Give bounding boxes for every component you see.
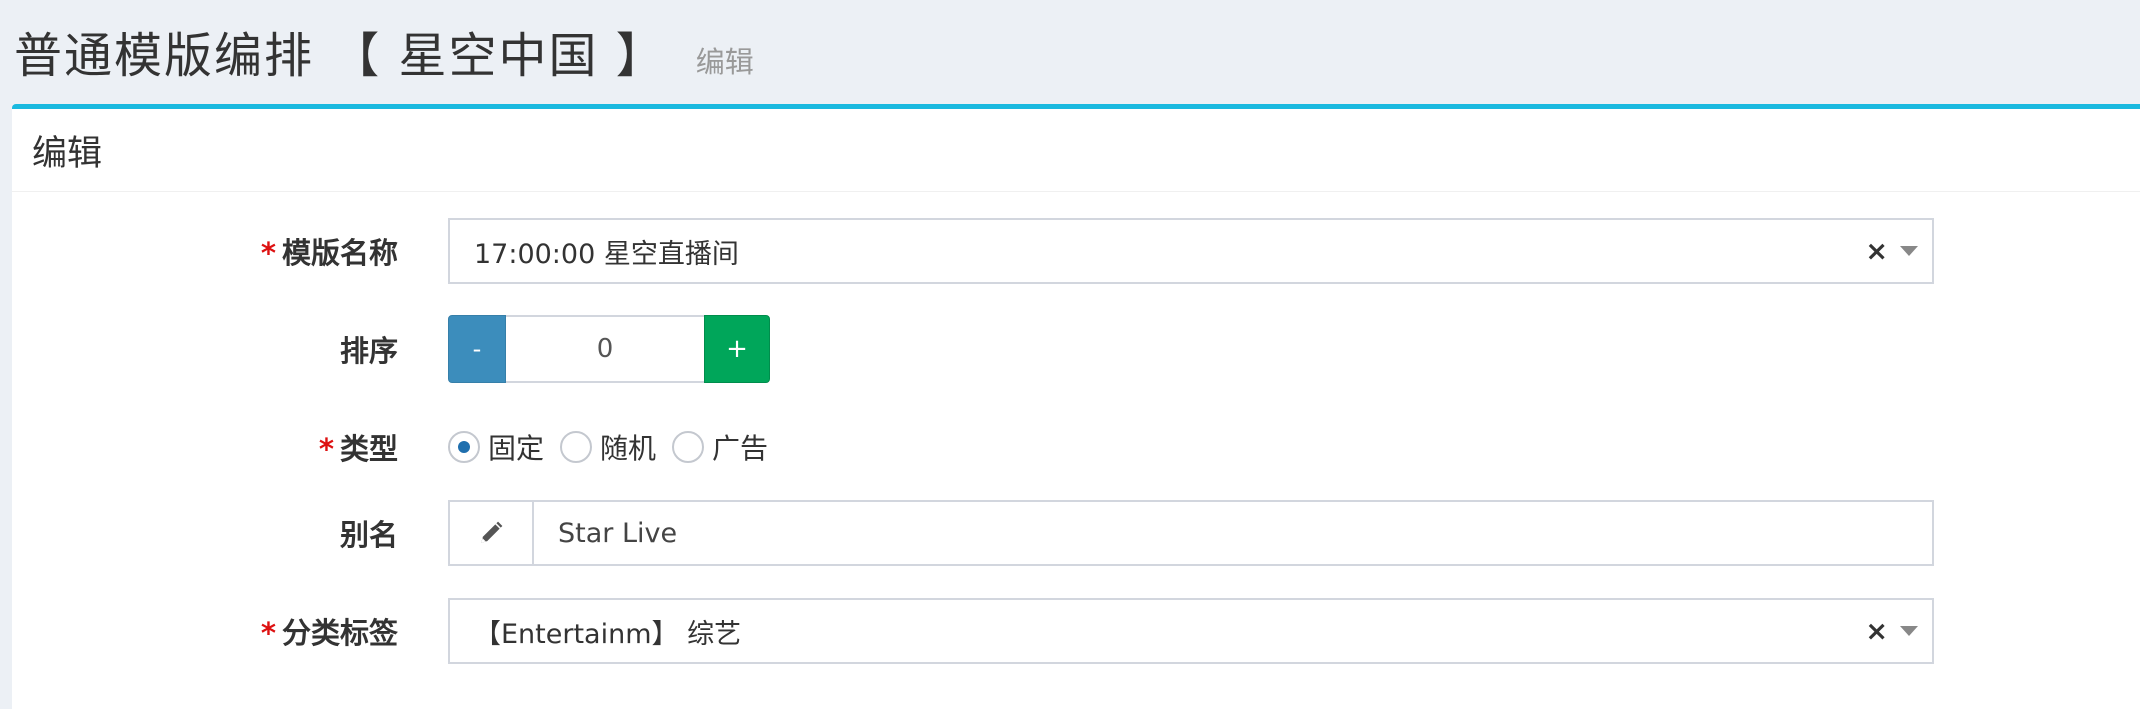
chevron-down-icon[interactable] — [1900, 626, 1918, 636]
increment-button[interactable]: + — [704, 315, 770, 383]
decrement-button[interactable]: - — [448, 315, 506, 383]
template-name-value: 17:00:00 星空直播间 — [474, 238, 739, 270]
chevron-down-icon[interactable] — [1900, 246, 1918, 256]
radio-button[interactable] — [560, 431, 593, 463]
radio-button-checked[interactable] — [448, 431, 480, 463]
order-label: 排序 — [339, 334, 398, 368]
box-title: 编辑 — [32, 133, 103, 174]
category-tag-value: 【Entertainm】 综艺 — [474, 618, 742, 650]
template-name-label-text: 模版名称 — [281, 236, 398, 270]
page-header: 普通模版编排 【 星空中国 】 编辑 — [14, 16, 754, 86]
category-tag-label: * 分类标签 — [12, 610, 398, 652]
template-name-label: * 模版名称 — [12, 230, 398, 272]
radio-option-random[interactable]: 随机 — [560, 427, 656, 467]
form-row-alias: 别名 Star Live — [12, 499, 2140, 567]
radio-option-ad[interactable]: 广告 — [672, 427, 768, 467]
type-label-text: 类型 — [339, 432, 398, 466]
alias-input-group: Star Live — [448, 500, 1934, 566]
alias-label: 别名 — [339, 518, 398, 552]
required-marker: * — [318, 432, 334, 466]
radio-label: 广告 — [712, 432, 769, 465]
radio-button[interactable] — [672, 431, 705, 463]
radio-label: 固定 — [488, 432, 545, 465]
category-tag-select[interactable]: 【Entertainm】 综艺 × — [448, 598, 1934, 664]
category-tag-label-text: 分类标签 — [281, 616, 398, 650]
type-label: * 类型 — [12, 426, 398, 468]
type-radio-group: 固定 随机 广告 — [448, 413, 784, 481]
order-input[interactable]: 0 — [506, 315, 704, 383]
form-row-order: 排序 - 0 + — [12, 315, 2140, 383]
clear-icon[interactable]: × — [1865, 616, 1888, 647]
page-subtitle: 编辑 — [695, 45, 754, 79]
radio-label: 随机 — [600, 432, 657, 465]
required-marker: * — [260, 616, 276, 650]
radio-option-fixed[interactable]: 固定 — [448, 427, 544, 467]
edit-box: 编辑 * 模版名称 17:00:00 星空直播间 × 排序 - 0 + * 类型 固… — [12, 104, 2140, 709]
form-row-type: * 类型 固定 随机 广告 — [12, 413, 2140, 481]
form-row-template-name: * 模版名称 17:00:00 星空直播间 × — [12, 217, 2140, 285]
pencil-icon — [450, 502, 534, 564]
alias-input[interactable]: Star Live — [534, 518, 677, 549]
clear-icon[interactable]: × — [1865, 236, 1888, 267]
order-stepper: - 0 + — [448, 315, 770, 383]
template-name-select[interactable]: 17:00:00 星空直播间 × — [448, 218, 1934, 284]
form-row-category-tag: * 分类标签 【Entertainm】 综艺 × — [12, 597, 2140, 665]
required-marker: * — [260, 236, 276, 270]
box-header: 编辑 — [12, 109, 2140, 192]
page-title: 普通模版编排 【 星空中国 】 — [14, 28, 666, 84]
